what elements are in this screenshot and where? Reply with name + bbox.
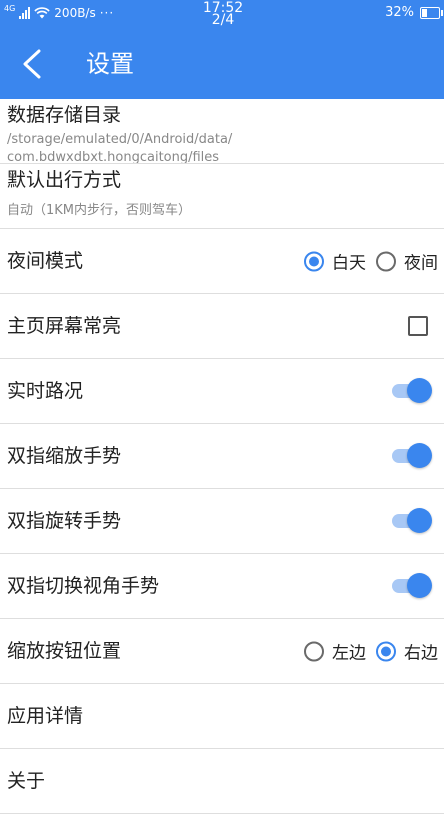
- setting-title: 双指缩放手势: [7, 445, 122, 467]
- radio-label: 夜间: [404, 253, 438, 274]
- storage-path: /storage/emulated/0/Android/data/ com.bd…: [7, 131, 307, 163]
- switch-thumb: [407, 508, 432, 533]
- setting-title: 夜间模式: [7, 250, 84, 272]
- radio-label: 左边: [332, 643, 366, 664]
- storage-path-line2: com.bdwxdbxt.hongcaitong/files: [7, 150, 220, 163]
- battery-icon: [420, 6, 443, 19]
- travel-mode-value: 自动（1KM内步行，否则驾车）: [7, 203, 192, 218]
- setting-storage-dir[interactable]: 数据存储目录 /storage/emulated/0/Android/data/…: [0, 99, 444, 164]
- radio-left[interactable]: 左边: [304, 639, 366, 664]
- setting-screen-on[interactable]: 主页屏幕常亮: [0, 294, 444, 359]
- traffic-toggle[interactable]: [392, 378, 432, 404]
- status-right: 32%: [385, 5, 443, 20]
- setting-title: 应用详情: [7, 705, 84, 727]
- setting-title: 数据存储目录: [7, 104, 122, 126]
- setting-travel-mode[interactable]: 默认出行方式 自动（1KM内步行，否则驾车）: [0, 164, 444, 229]
- setting-title: 双指切换视角手势: [7, 575, 160, 597]
- setting-tilt[interactable]: 双指切换视角手势: [0, 554, 444, 619]
- status-center: 17:52 2/4: [200, 1, 246, 27]
- network-speed: 200B/s: [54, 6, 96, 20]
- radio-label: 白天: [332, 253, 366, 274]
- setting-title: 缩放按钮位置: [7, 640, 122, 662]
- back-button[interactable]: [12, 44, 52, 84]
- radio-checked-icon: [376, 641, 396, 661]
- setting-zoom-position: 缩放按钮位置 左边 右边: [0, 619, 444, 684]
- switch-thumb: [407, 378, 432, 403]
- settings-list: 数据存储目录 /storage/emulated/0/Android/data/…: [0, 99, 444, 814]
- radio-unchecked-icon: [304, 641, 324, 661]
- setting-title: 双指旋转手势: [7, 510, 122, 532]
- setting-title: 主页屏幕常亮: [7, 315, 122, 337]
- tilt-toggle[interactable]: [392, 573, 432, 599]
- radio-label: 右边: [404, 643, 438, 664]
- setting-title: 实时路况: [7, 380, 84, 402]
- network-type: 4G: [4, 3, 16, 13]
- pinch-zoom-toggle[interactable]: [392, 443, 432, 469]
- top-bar: 4G 200B/s ··· 17:52 2/4 32% 设置: [0, 0, 444, 99]
- switch-thumb: [407, 443, 432, 468]
- rotate-toggle[interactable]: [392, 508, 432, 534]
- setting-rotate[interactable]: 双指旋转手势: [0, 489, 444, 554]
- storage-path-line1: /storage/emulated/0/Android/data/: [7, 132, 233, 147]
- setting-title: 默认出行方式: [7, 169, 122, 191]
- wifi-icon: [34, 7, 50, 19]
- chevron-left-icon: [23, 49, 41, 79]
- battery-percent: 32%: [385, 5, 414, 20]
- setting-title: 关于: [7, 770, 46, 792]
- radio-right[interactable]: 右边: [376, 639, 438, 664]
- nav-bar: 设置: [0, 30, 444, 99]
- setting-about[interactable]: 关于: [0, 749, 444, 814]
- setting-traffic[interactable]: 实时路况: [0, 359, 444, 424]
- more-notifications-icon: ···: [99, 6, 115, 20]
- switch-thumb: [407, 573, 432, 598]
- radio-unchecked-icon: [376, 251, 396, 271]
- radio-checked-icon: [304, 251, 324, 271]
- zoom-position-radio-group: 左边 右边: [294, 639, 438, 664]
- setting-app-info[interactable]: 应用详情: [0, 684, 444, 749]
- night-mode-radio-group: 白天 夜间: [294, 249, 438, 274]
- radio-night[interactable]: 夜间: [376, 249, 438, 274]
- signal-icon: [19, 7, 31, 19]
- status-bar: 4G 200B/s ··· 17:52 2/4 32%: [0, 0, 444, 30]
- page-title: 设置: [86, 50, 134, 78]
- radio-day[interactable]: 白天: [304, 249, 366, 274]
- setting-night-mode: 夜间模式 白天 夜间: [0, 229, 444, 294]
- status-left: 4G 200B/s ···: [4, 3, 115, 21]
- setting-pinch-zoom[interactable]: 双指缩放手势: [0, 424, 444, 489]
- screen-on-checkbox[interactable]: [408, 316, 428, 336]
